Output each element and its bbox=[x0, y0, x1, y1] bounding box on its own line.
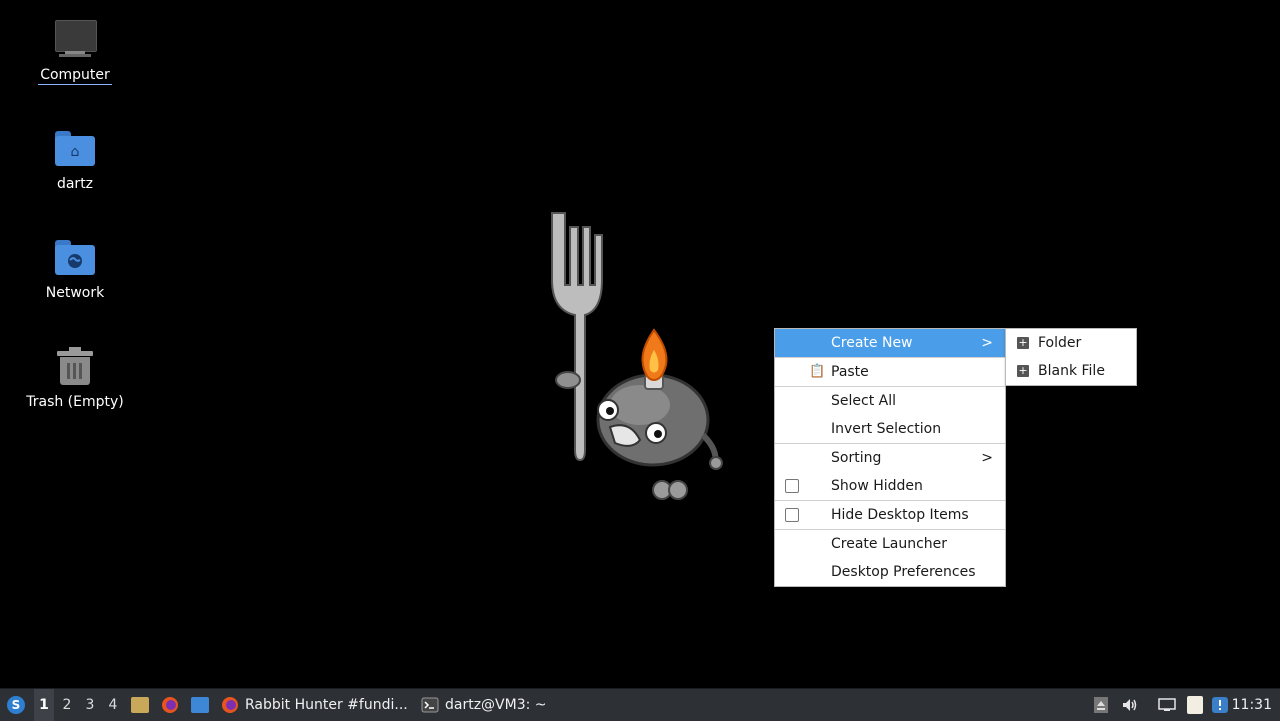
notes-button[interactable] bbox=[1184, 689, 1206, 721]
menu-item-label: Select All bbox=[831, 393, 896, 409]
desktop-icon-computer[interactable]: Computer bbox=[20, 18, 130, 85]
menu-item-label: Paste bbox=[831, 364, 869, 380]
eject-button[interactable] bbox=[1090, 689, 1112, 721]
file-manager-icon bbox=[131, 697, 149, 713]
updates-icon bbox=[1212, 697, 1228, 713]
menu-item-show-hidden[interactable]: Show Hidden bbox=[775, 472, 1005, 500]
network-button[interactable] bbox=[1156, 689, 1178, 721]
chevron-right-icon: > bbox=[981, 335, 993, 351]
taskbar: S 1 2 3 4 Rabbit Hunter #fundi... dartz@… bbox=[0, 688, 1280, 721]
menu-item-label: Invert Selection bbox=[831, 421, 942, 437]
menu-item-select-all[interactable]: Select All bbox=[775, 387, 1005, 415]
notes-icon bbox=[1187, 696, 1203, 714]
clipboard-icon: 📋 bbox=[809, 364, 826, 379]
menu-item-invert-selection[interactable]: Invert Selection bbox=[775, 415, 1005, 443]
task-label: dartz@VM3: ~ bbox=[445, 697, 547, 713]
firefox-launcher[interactable] bbox=[159, 689, 181, 721]
network-icon bbox=[1158, 698, 1176, 711]
new-item-icon: + bbox=[1017, 336, 1029, 349]
desktop-icon-home[interactable]: ⌂ dartz bbox=[20, 127, 130, 193]
menu-item-label: Sorting bbox=[831, 450, 882, 466]
menu-item-hide-desktop-items[interactable]: Hide Desktop Items bbox=[775, 501, 1005, 529]
menu-item-create-launcher[interactable]: Create Launcher bbox=[775, 530, 1005, 558]
terminal-icon bbox=[421, 697, 439, 713]
desktop-icon-label: Network bbox=[45, 285, 105, 301]
menu-item-label: Desktop Preferences bbox=[831, 564, 976, 580]
firefox-icon bbox=[222, 697, 238, 713]
workspace-1[interactable]: 1 bbox=[34, 689, 54, 721]
trash-icon bbox=[53, 345, 97, 389]
workspace-3[interactable]: 3 bbox=[80, 689, 100, 721]
file-manager-launcher[interactable] bbox=[129, 689, 151, 721]
desktop-icon-network[interactable]: Network bbox=[20, 236, 130, 302]
firefox-icon bbox=[162, 697, 178, 713]
submenu-item-blank-file[interactable]: + Blank File bbox=[1006, 357, 1136, 385]
show-hidden-checkbox[interactable] bbox=[785, 479, 799, 493]
start-menu-button[interactable]: S bbox=[4, 689, 28, 721]
hide-desktop-items-checkbox[interactable] bbox=[785, 508, 799, 522]
volume-icon bbox=[1123, 699, 1137, 711]
workspace-2[interactable]: 2 bbox=[57, 689, 77, 721]
menu-item-label: Create New bbox=[831, 335, 913, 351]
task-firefox[interactable]: Rabbit Hunter #fundi... bbox=[221, 689, 411, 721]
menu-item-label: Hide Desktop Items bbox=[831, 507, 969, 523]
menu-logo-icon: S bbox=[7, 696, 25, 714]
eject-icon bbox=[1094, 697, 1108, 713]
submenu-item-label: Blank File bbox=[1038, 363, 1105, 379]
computer-icon bbox=[53, 18, 97, 62]
menu-item-desktop-preferences[interactable]: Desktop Preferences bbox=[775, 558, 1005, 586]
wallpaper-mascot-illustration bbox=[551, 212, 723, 500]
task-label: Rabbit Hunter #fundi... bbox=[245, 697, 408, 713]
network-folder-icon bbox=[53, 236, 97, 280]
desktop-icon-label: Trash (Empty) bbox=[26, 394, 124, 410]
desktop-icon-label: Computer bbox=[38, 67, 112, 85]
menu-item-sorting[interactable]: Sorting > bbox=[775, 444, 1005, 472]
show-desktop-launcher[interactable] bbox=[189, 689, 211, 721]
menu-item-paste[interactable]: 📋 Paste bbox=[775, 358, 1005, 386]
submenu-item-label: Folder bbox=[1038, 335, 1082, 351]
menu-item-create-new[interactable]: Create New > bbox=[775, 329, 1005, 357]
desktop-icon-label: dartz bbox=[56, 176, 94, 192]
clock[interactable]: 11:31 bbox=[1232, 689, 1272, 721]
desktop-icon bbox=[191, 697, 209, 713]
submenu-item-folder[interactable]: + Folder bbox=[1006, 329, 1136, 357]
create-new-submenu: + Folder + Blank File bbox=[1005, 328, 1137, 386]
chevron-right-icon: > bbox=[981, 450, 993, 466]
new-item-icon: + bbox=[1017, 364, 1029, 377]
task-terminal[interactable]: dartz@VM3: ~ bbox=[421, 689, 571, 721]
desktop-icon-trash[interactable]: Trash (Empty) bbox=[20, 345, 130, 411]
workspace-4[interactable]: 4 bbox=[103, 689, 123, 721]
menu-item-label: Show Hidden bbox=[831, 478, 923, 494]
volume-button[interactable] bbox=[1119, 689, 1141, 721]
desktop-context-menu: Create New > 📋 Paste Select All Invert S… bbox=[774, 328, 1006, 587]
updates-button[interactable] bbox=[1209, 689, 1231, 721]
home-folder-icon: ⌂ bbox=[53, 127, 97, 171]
menu-item-label: Create Launcher bbox=[831, 536, 948, 552]
